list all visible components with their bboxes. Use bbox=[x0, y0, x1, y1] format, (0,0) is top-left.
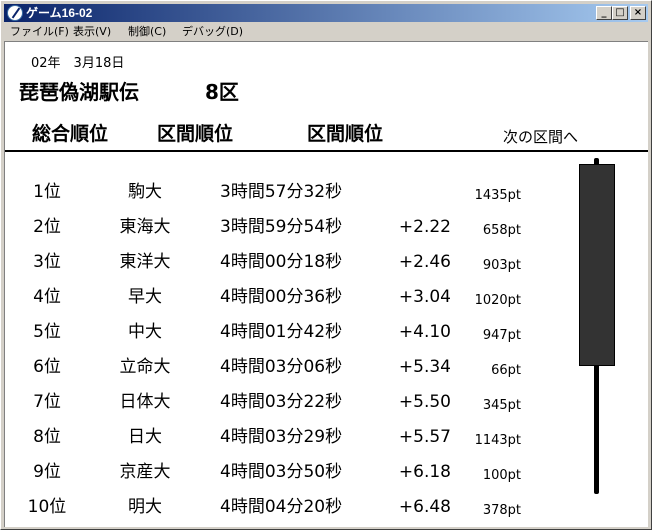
menu-bar: ファイル(F) 表示(V) 制御(C) デバッグ(D) bbox=[4, 23, 648, 41]
rank-cell: 4位 bbox=[33, 287, 61, 307]
gap-cell: +5.57 bbox=[398, 427, 451, 447]
standing-row: 9位 京産大 4時間03分50秒 +6.18 100pt bbox=[5, 459, 575, 494]
menu-file[interactable]: ファイル(F) bbox=[10, 23, 69, 41]
time-cell: 4時間01分42秒 bbox=[220, 322, 343, 342]
time-cell: 4時間03分22秒 bbox=[220, 392, 343, 412]
minimize-button[interactable]: _ bbox=[596, 6, 612, 20]
section-number: 8区 bbox=[205, 80, 239, 104]
points-cell: 345pt bbox=[482, 398, 521, 413]
gap-cell: +4.10 bbox=[398, 322, 451, 342]
next-section-button[interactable]: 次の区間へ bbox=[503, 126, 578, 147]
standing-row: 2位 東海大 3時間59分54秒 +2.22 658pt bbox=[5, 214, 575, 249]
rank-cell: 8位 bbox=[33, 427, 61, 447]
menu-control[interactable]: 制御(C) bbox=[128, 23, 166, 41]
scroll-thumb[interactable] bbox=[579, 164, 615, 366]
game-screen: 02年 3月18日 琵琶偽湖駅伝 8区 総合順位 区間順位 区間順位 次の区間へ… bbox=[4, 41, 648, 527]
tab-section-standings-2[interactable]: 区間順位 bbox=[307, 119, 383, 146]
tab-overall-standings[interactable]: 総合順位 bbox=[32, 119, 108, 146]
standing-row: 8位 日大 4時間03分29秒 +5.57 1143pt bbox=[5, 424, 575, 459]
standing-row: 4位 早大 4時間00分36秒 +3.04 1020pt bbox=[5, 284, 575, 319]
time-cell: 4時間00分18秒 bbox=[220, 252, 343, 272]
menu-view[interactable]: 表示(V) bbox=[73, 23, 111, 41]
rank-cell: 6位 bbox=[33, 357, 61, 377]
rank-cell: 10位 bbox=[27, 497, 67, 517]
points-cell: 1020pt bbox=[474, 293, 521, 308]
window-title: ゲーム16-02 bbox=[26, 6, 93, 20]
rank-cell: 2位 bbox=[33, 217, 61, 237]
standing-row: 10位 明大 4時間04分20秒 +6.48 378pt bbox=[5, 494, 575, 527]
time-cell: 3時間57分32秒 bbox=[220, 182, 343, 202]
points-cell: 947pt bbox=[482, 328, 521, 343]
points-cell: 658pt bbox=[482, 223, 521, 238]
points-cell: 903pt bbox=[482, 258, 521, 273]
race-name: 琵琶偽湖駅伝 bbox=[19, 80, 139, 104]
team-cell: 日大 bbox=[128, 427, 162, 447]
app-window: ゲーム16-02 _ □ × ファイル(F) 表示(V) 制御(C) デバッグ(… bbox=[0, 0, 652, 530]
gap-cell: +5.50 bbox=[398, 392, 451, 412]
close-button[interactable]: × bbox=[630, 6, 646, 20]
standing-row: 6位 立命大 4時間03分06秒 +5.34 66pt bbox=[5, 354, 575, 389]
standing-row: 1位 駒大 3時間57分32秒 1435pt bbox=[5, 179, 575, 214]
team-cell: 明大 bbox=[128, 497, 162, 517]
team-cell: 中大 bbox=[128, 322, 162, 342]
points-cell: 100pt bbox=[482, 468, 521, 483]
rank-cell: 1位 bbox=[33, 182, 61, 202]
team-cell: 東海大 bbox=[119, 217, 171, 237]
team-cell: 日体大 bbox=[119, 392, 171, 412]
gap-cell: +6.48 bbox=[398, 497, 451, 517]
tab-section-standings[interactable]: 区間順位 bbox=[157, 119, 233, 146]
rank-cell: 5位 bbox=[33, 322, 61, 342]
rank-cell: 7位 bbox=[33, 392, 61, 412]
gap-cell: +3.04 bbox=[398, 287, 451, 307]
time-cell: 4時間03分06秒 bbox=[220, 357, 343, 377]
team-cell: 京産大 bbox=[119, 462, 171, 482]
points-cell: 1143pt bbox=[474, 433, 521, 448]
time-cell: 4時間04分20秒 bbox=[220, 497, 343, 517]
points-cell: 1435pt bbox=[474, 188, 521, 203]
team-cell: 立命大 bbox=[119, 357, 171, 377]
menu-debug[interactable]: デバッグ(D) bbox=[182, 23, 243, 41]
standing-row: 3位 東洋大 4時間00分18秒 +2.46 903pt bbox=[5, 249, 575, 284]
maximize-button[interactable]: □ bbox=[612, 6, 628, 20]
points-cell: 378pt bbox=[482, 503, 521, 518]
gap-cell: +2.46 bbox=[398, 252, 451, 272]
standing-row: 7位 日体大 4時間03分22秒 +5.50 345pt bbox=[5, 389, 575, 424]
team-cell: 東洋大 bbox=[119, 252, 171, 272]
race-date: 02年 3月18日 bbox=[31, 56, 125, 71]
gap-cell: +2.22 bbox=[398, 217, 451, 237]
header-divider bbox=[5, 150, 648, 152]
points-cell: 66pt bbox=[491, 363, 521, 378]
team-cell: 駒大 bbox=[128, 182, 162, 202]
time-cell: 3時間59分54秒 bbox=[220, 217, 343, 237]
time-cell: 4時間03分50秒 bbox=[220, 462, 343, 482]
app-icon[interactable] bbox=[7, 5, 23, 21]
rank-cell: 9位 bbox=[33, 462, 61, 482]
team-cell: 早大 bbox=[128, 287, 162, 307]
title-bar[interactable]: ゲーム16-02 _ □ × bbox=[4, 4, 648, 22]
gap-cell: +6.18 bbox=[398, 462, 451, 482]
gap-cell: +5.34 bbox=[398, 357, 451, 377]
time-cell: 4時間00分36秒 bbox=[220, 287, 343, 307]
rank-cell: 3位 bbox=[33, 252, 61, 272]
standing-row: 5位 中大 4時間01分42秒 +4.10 947pt bbox=[5, 319, 575, 354]
time-cell: 4時間03分29秒 bbox=[220, 427, 343, 447]
